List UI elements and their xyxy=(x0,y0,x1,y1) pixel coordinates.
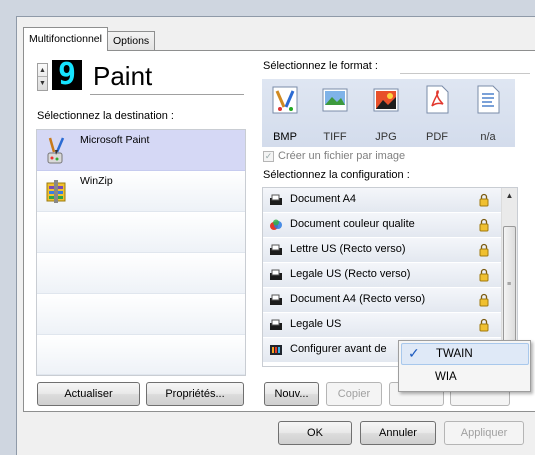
config-label: Document A4 xyxy=(290,193,357,205)
text-doc-icon xyxy=(477,85,500,114)
menu-item-label: WIA xyxy=(435,371,457,383)
device-spinner[interactable]: ▲ ▼ xyxy=(37,63,48,91)
properties-button[interactable]: Propriétés... xyxy=(146,382,244,406)
scroll-thumb[interactable]: ≡ xyxy=(503,226,516,342)
apply-button[interactable]: Appliquer xyxy=(444,421,524,445)
tab-multifonctionnel[interactable]: Multifonctionnel xyxy=(23,27,108,51)
scanner-icon xyxy=(270,194,282,205)
lock-icon xyxy=(479,218,489,232)
destination-label-text: WinZip xyxy=(80,175,113,187)
divider xyxy=(90,94,244,95)
tab-options[interactable]: Options xyxy=(106,31,156,51)
menu-item-wia[interactable]: WIA xyxy=(401,367,529,389)
list-item xyxy=(37,212,245,253)
scanner-icon xyxy=(270,294,282,305)
lock-icon xyxy=(479,268,489,282)
tab-strip: Multifonctionnel Options xyxy=(23,27,156,51)
list-item xyxy=(37,294,245,335)
config-item[interactable]: Lettre US (Recto verso) xyxy=(263,238,501,263)
config-label: Configurer avant de xyxy=(290,343,387,355)
one-file-per-image-label: Créer un fichier par image xyxy=(278,150,406,162)
config-item[interactable]: Legale US xyxy=(263,313,501,338)
ok-button[interactable]: OK xyxy=(278,421,352,445)
format-selector: BMP TIFF JPG PDF n/a xyxy=(262,79,515,147)
driver-context-menu: ✓ TWAIN WIA xyxy=(398,340,531,392)
config-label: Legale US (Recto verso) xyxy=(290,268,411,280)
copy-config-button[interactable]: Copier xyxy=(326,382,382,406)
format-label-text: JPG xyxy=(375,131,397,143)
config-item[interactable]: Document couleur qualite xyxy=(263,213,501,238)
format-label-text: n/a xyxy=(480,131,496,143)
config-item[interactable]: Document A4 (Recto verso) xyxy=(263,288,501,313)
menu-item-twain[interactable]: ✓ TWAIN xyxy=(401,343,529,365)
config-label: Document A4 (Recto verso) xyxy=(290,293,426,305)
lock-icon xyxy=(479,318,489,332)
format-pdf[interactable]: PDF xyxy=(414,79,460,147)
color-scan-icon xyxy=(270,219,282,230)
format-bmp[interactable]: BMP xyxy=(262,79,308,147)
grip-icon: ≡ xyxy=(507,281,512,288)
config-label: Legale US xyxy=(290,318,342,330)
lock-icon xyxy=(479,293,489,307)
spin-down-icon[interactable]: ▼ xyxy=(38,77,47,90)
device-name: Paint xyxy=(93,61,153,91)
format-tiff[interactable]: TIFF xyxy=(312,79,358,147)
scanner-icon xyxy=(270,319,282,330)
configuration-label: Sélectionnez la configuration : xyxy=(263,169,410,181)
format-jpg[interactable]: JPG xyxy=(363,79,409,147)
one-file-per-image-checkbox[interactable]: ✓ xyxy=(263,151,274,162)
scroll-up-icon[interactable]: ▲ xyxy=(502,188,517,204)
config-label: Document couleur qualite xyxy=(290,218,415,230)
scanner-icon xyxy=(270,269,282,280)
list-item xyxy=(37,253,245,294)
config-item[interactable]: Document A4 xyxy=(263,188,501,213)
lock-icon xyxy=(479,193,489,207)
format-na[interactable]: n/a xyxy=(465,79,511,147)
config-label: Lettre US (Recto verso) xyxy=(290,243,406,255)
winzip-icon xyxy=(46,180,66,203)
checkmark-icon: ✓ xyxy=(408,345,420,361)
scanner-icon xyxy=(270,244,282,255)
destination-label: Sélectionnez la destination : xyxy=(37,110,174,122)
bmp-icon xyxy=(272,86,298,114)
new-config-button[interactable]: Nouv... xyxy=(264,382,319,406)
format-label: Sélectionnez le format : xyxy=(263,60,378,72)
lock-icon xyxy=(479,243,489,257)
tiff-icon xyxy=(322,88,348,112)
paint-icon xyxy=(47,137,65,164)
config-item[interactable]: Legale US (Recto verso) xyxy=(263,263,501,288)
format-label-text: PDF xyxy=(426,131,448,143)
destination-item-microsoft-paint[interactable]: Microsoft Paint xyxy=(37,130,245,171)
destination-item-winzip[interactable]: WinZip xyxy=(37,171,245,212)
configure-icon xyxy=(270,345,282,355)
cancel-button[interactable]: Annuler xyxy=(360,421,436,445)
jpg-icon xyxy=(373,88,399,112)
menu-item-label: TWAIN xyxy=(436,348,473,360)
destination-label-text: Microsoft Paint xyxy=(80,134,150,146)
divider xyxy=(400,73,530,74)
format-label-text: BMP xyxy=(273,131,297,143)
destination-list[interactable]: Microsoft Paint WinZip xyxy=(36,129,246,376)
refresh-button[interactable]: Actualiser xyxy=(37,382,140,406)
list-item xyxy=(37,335,245,375)
spin-up-icon[interactable]: ▲ xyxy=(38,64,47,77)
pdf-icon xyxy=(426,85,449,114)
format-label-text: TIFF xyxy=(323,131,347,143)
lcd-digit-display: 9 xyxy=(52,60,82,90)
